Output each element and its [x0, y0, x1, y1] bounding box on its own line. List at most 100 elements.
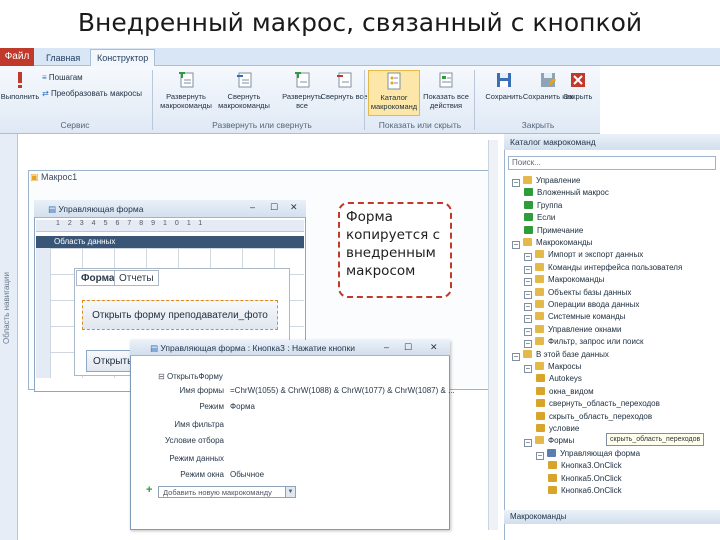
- macro-icon: [536, 386, 545, 395]
- catalog-tree-item[interactable]: – Управление: [512, 176, 580, 187]
- tree-expander-icon[interactable]: –: [524, 327, 532, 336]
- catalog-tree-item[interactable]: – Формы: [524, 436, 574, 448]
- tree-expander-icon[interactable]: –: [524, 290, 532, 299]
- catalog-tree-item[interactable]: – Команды интерфейса пользователя: [524, 262, 682, 274]
- catalog-tree-item[interactable]: Если: [524, 213, 555, 223]
- catalog-tree-item[interactable]: – Фильтр, запрос или поиск: [524, 337, 643, 349]
- catalog-tree-item[interactable]: – Управляющая форма: [536, 448, 640, 460]
- add-action-plus-icon: +: [146, 484, 153, 496]
- macro-action-name[interactable]: ⊟ ОткрытьФорму: [158, 372, 223, 381]
- prop-filter-name[interactable]: Имя фильтра: [140, 420, 230, 429]
- run-label: Выполнить: [0, 92, 40, 101]
- convert-icon: ⇄: [42, 89, 51, 98]
- catalog-tree-item[interactable]: – Макросы: [524, 362, 581, 373]
- run-button[interactable]: Выполнить: [0, 70, 40, 101]
- action-catalog-button[interactable]: Каталог макрокоманд: [368, 70, 420, 116]
- expand-green-icon: [179, 72, 194, 88]
- tab-design[interactable]: Конструктор: [90, 49, 156, 67]
- catalog-tree-item[interactable]: Кнопка3.OnClick: [548, 461, 622, 471]
- folder-icon: [535, 324, 544, 333]
- convert-macros-button[interactable]: ⇄ Преобразовать макросы: [42, 88, 142, 99]
- tree-expander-icon[interactable]: –: [512, 241, 520, 249]
- catalog-search-input[interactable]: Поиск...: [508, 156, 716, 170]
- expand-actions-button[interactable]: Развернуть макрокоманды: [160, 70, 212, 110]
- tab-reports[interactable]: Отчеты: [114, 270, 159, 286]
- convert-label: Преобразовать макросы: [50, 89, 143, 98]
- macro-tab-label: Макрос1: [41, 172, 78, 182]
- tree-item-label: Autokeys: [549, 374, 582, 384]
- catalog-tree-item[interactable]: – Макрокоманды: [524, 275, 604, 287]
- macro-close-icon[interactable]: ✕: [430, 342, 438, 353]
- tree-item-label: Если: [537, 213, 556, 223]
- catalog-tree-item[interactable]: – Импорт и экспорт данных: [524, 250, 644, 262]
- macro-icon: [548, 461, 557, 470]
- step-button[interactable]: ≡ Пошагам: [42, 72, 83, 83]
- tree-expander-icon[interactable]: –: [512, 179, 520, 187]
- detail-section-band[interactable]: Область данных: [36, 236, 304, 248]
- catalog-tree-item[interactable]: Autokeys: [536, 374, 582, 384]
- tree-expander-icon[interactable]: –: [512, 352, 520, 361]
- macro-minimize-icon[interactable]: –: [384, 342, 389, 352]
- prop-form-name[interactable]: Имя формы =ChrW(1055) & ChrW(1088) & ChrW…: [140, 386, 454, 395]
- save-icon: [497, 73, 511, 87]
- chevron-down-icon[interactable]: ▼: [285, 487, 295, 497]
- green-icon: [524, 225, 533, 234]
- tree-expander-icon[interactable]: –: [524, 439, 532, 448]
- catalog-tree-item[interactable]: условие: [536, 424, 579, 434]
- catalog-tree-item[interactable]: – Объекты базы данных: [524, 287, 631, 299]
- prop-value: Обычное: [230, 470, 265, 479]
- prop-where-condition[interactable]: Условие отбора: [140, 436, 230, 445]
- tree-item-label: Кнопка3.OnClick: [561, 461, 622, 471]
- folder-icon: [535, 312, 544, 321]
- tab-home[interactable]: Главная: [40, 50, 86, 66]
- tab-form[interactable]: Форма: [76, 270, 120, 286]
- prop-value: Форма: [230, 402, 255, 411]
- tree-expander-icon[interactable]: –: [524, 315, 532, 324]
- tree-item-label: Группа: [537, 200, 563, 210]
- catalog-tree-item[interactable]: окна_видом: [536, 386, 594, 397]
- open-form-button[interactable]: Открыть форму преподаватели_фото: [82, 300, 278, 330]
- catalog-tree-item[interactable]: – Операции ввода данных: [524, 300, 639, 311]
- catalog-tree-item[interactable]: – Управление окнами: [524, 324, 621, 336]
- form-maximize-icon[interactable]: ☐: [270, 202, 278, 213]
- tree-expander-icon[interactable]: –: [524, 253, 532, 262]
- tree-item-label: Вложенный макрос: [537, 188, 609, 198]
- add-action-combobox[interactable]: Добавить новую макрокоманду ▼: [158, 486, 296, 498]
- catalog-tree-item[interactable]: Кнопка5.OnClick: [548, 473, 622, 484]
- workspace-scrollbar[interactable]: [488, 140, 498, 530]
- catalog-tree-item[interactable]: Кнопка6.OnClick: [548, 486, 622, 496]
- form-close-icon[interactable]: ✕: [290, 202, 298, 213]
- tree-expander-icon[interactable]: –: [536, 451, 544, 460]
- show-all-actions-button[interactable]: Показать все действия: [420, 70, 472, 110]
- tree-item-label: Импорт и экспорт данных: [548, 250, 644, 260]
- catalog-tree-item[interactable]: скрыть_область_переходов: [536, 411, 652, 422]
- catalog-tree-item[interactable]: Примечание: [524, 225, 583, 236]
- folder-icon: [535, 275, 544, 284]
- tree-expander-icon[interactable]: –: [524, 340, 532, 349]
- catalog-tree-item[interactable]: свернуть_область_переходов: [536, 399, 660, 409]
- close-label: Закрыть: [563, 92, 593, 101]
- expand-actions-label: Развернуть макрокоманды: [160, 92, 212, 110]
- tree-expander-icon[interactable]: –: [524, 265, 532, 274]
- form-minimize-icon[interactable]: –: [250, 202, 255, 212]
- catalog-tree-item[interactable]: Вложенный макрос: [524, 188, 609, 198]
- callout-note: Форма копируется с внедренным макросом: [338, 202, 452, 298]
- prop-data-mode[interactable]: Режим данных: [140, 454, 230, 463]
- prop-view[interactable]: Режим Форма: [140, 402, 255, 411]
- prop-label: Режим: [199, 402, 224, 411]
- catalog-tree-item[interactable]: Группа: [524, 200, 563, 211]
- collapse-actions-button[interactable]: Свернуть макрокоманды: [218, 70, 270, 110]
- tree-expander-icon[interactable]: –: [524, 365, 532, 373]
- catalog-tree-item[interactable]: – В этой базе данных: [512, 349, 609, 361]
- macro-icon: [548, 486, 557, 494]
- macro-maximize-icon[interactable]: ☐: [404, 342, 412, 353]
- tree-expander-icon[interactable]: –: [524, 303, 532, 311]
- catalog-tree-item[interactable]: – Макрокоманды: [512, 238, 592, 249]
- prop-window-mode[interactable]: Режим окна Обычное: [140, 470, 264, 479]
- close-button[interactable]: Закрыть: [556, 70, 600, 101]
- tab-file[interactable]: Файл: [0, 48, 34, 66]
- tree-expander-icon[interactable]: –: [524, 278, 532, 287]
- collapse-all-button[interactable]: Свернуть все: [318, 70, 370, 101]
- catalog-tree-item[interactable]: – Системные команды: [524, 312, 625, 324]
- macro-tab[interactable]: ▣ Макрос1: [30, 172, 77, 183]
